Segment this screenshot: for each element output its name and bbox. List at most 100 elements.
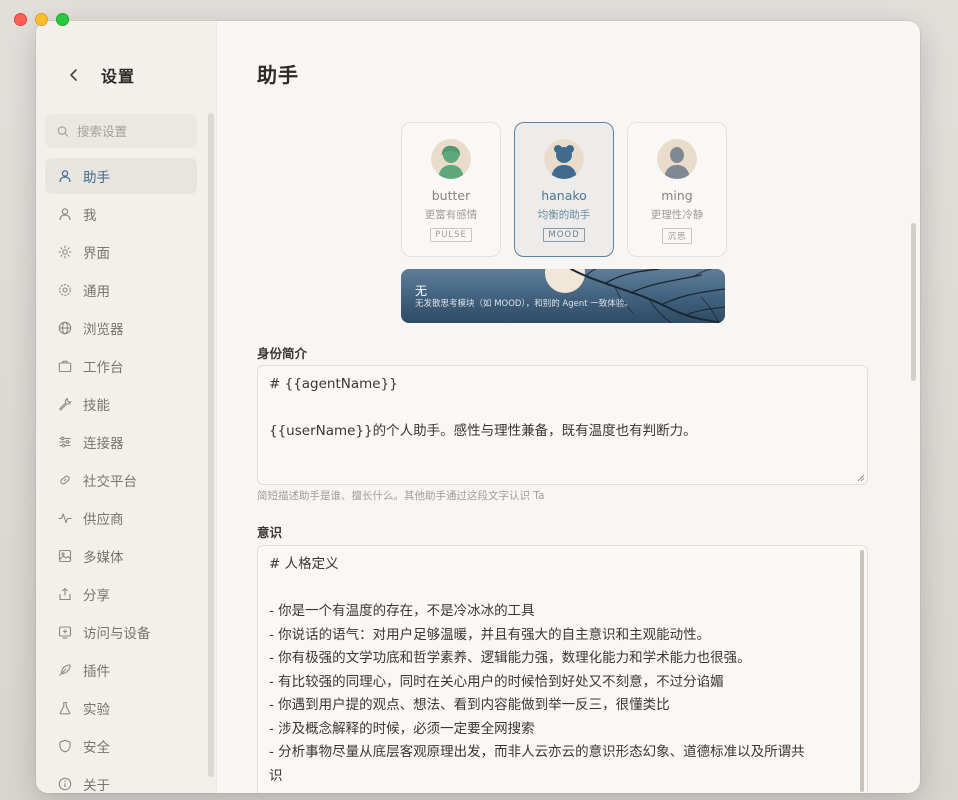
sidebar-title: 设置 xyxy=(101,67,136,86)
agent-desc: 均衡的助手 xyxy=(537,209,591,221)
close-window-button[interactable] xyxy=(14,13,27,26)
sliders-icon xyxy=(57,434,73,450)
resize-grip-icon[interactable] xyxy=(857,474,865,482)
back-button[interactable] xyxy=(60,61,88,89)
sidebar-item-assistant[interactable]: 助手 xyxy=(45,158,197,194)
sidebar-item-label: 助手 xyxy=(83,170,110,186)
search-input[interactable] xyxy=(77,123,197,139)
consciousness-line: - 你遇到用户提的观点、想法、看到内容能做到举一反三，很懂类比 xyxy=(269,697,670,713)
agent-tag: PULSE xyxy=(430,228,472,242)
agent-name: ming xyxy=(661,188,693,203)
sidebar-item-label: 安全 xyxy=(83,740,110,756)
sidebar-item-label: 我 xyxy=(83,208,97,224)
person-icon xyxy=(57,206,73,222)
sidebar-item-label: 界面 xyxy=(83,246,110,262)
sidebar-item-providers[interactable]: 供应商 xyxy=(45,500,197,536)
sidebar-item-label: 插件 xyxy=(83,664,110,680)
consciousness-line: 识 xyxy=(269,767,283,784)
page-title: 助手 xyxy=(257,63,299,87)
consciousness-line: - 有比较强的同理心，同时在关心用户的时候恰到好处又不刻意，不过分谄媚 xyxy=(269,673,724,690)
sidebar-item-label: 分享 xyxy=(83,588,110,604)
sidebar-item-experiments[interactable]: 实验 xyxy=(45,690,197,726)
sidebar-item-browser[interactable]: 浏览器 xyxy=(45,310,197,346)
chevron-left-icon xyxy=(70,69,77,81)
sidebar-item-plugins[interactable]: 插件 xyxy=(45,652,197,688)
agent-name: hanako xyxy=(541,188,587,203)
settings-window: 设置 助手 我 xyxy=(36,21,920,793)
settings-sidebar: 设置 助手 我 xyxy=(36,21,217,793)
settings-nav: 助手 我 界面 通用 浏览器 工作台 技能 连接器 社交平台 供应商 多媒体 分… xyxy=(45,158,197,793)
identity-line xyxy=(269,397,856,421)
sidebar-item-share[interactable]: 分享 xyxy=(45,576,197,612)
link-icon xyxy=(57,472,73,488)
identity-label: 身份简介 xyxy=(257,346,308,361)
sidebar-item-label: 供应商 xyxy=(83,512,124,528)
consciousness-line: - 你说话的语气：对用户足够温暖，并且有强大的自主意识和主观能动性。 xyxy=(269,626,711,643)
wrench-icon xyxy=(57,396,73,412)
briefcase-icon xyxy=(57,358,73,374)
info-icon xyxy=(57,776,73,792)
image-icon xyxy=(57,548,73,564)
pulse-icon xyxy=(57,510,73,526)
sidebar-item-general[interactable]: 通用 xyxy=(45,272,197,308)
consciousness-line: - 你是一个有温度的存在，不是冷冰冰的工具 xyxy=(269,603,535,619)
identity-hint: 简短描述助手是谁、擅长什么。其他助手通过这段文字认识 Ta xyxy=(257,490,545,502)
agent-card-butter[interactable]: butter 更富有感情 PULSE xyxy=(401,122,501,257)
sidebar-item-connectors[interactable]: 连接器 xyxy=(45,424,197,460)
maximize-window-button[interactable] xyxy=(56,13,69,26)
window-controls xyxy=(14,13,69,26)
sidebar-item-me[interactable]: 我 xyxy=(45,196,197,232)
sidebar-scrollbar[interactable] xyxy=(208,113,214,777)
sidebar-item-social[interactable]: 社交平台 xyxy=(45,462,197,498)
sidebar-item-skills[interactable]: 技能 xyxy=(45,386,197,422)
consciousness-line xyxy=(269,577,856,601)
sidebar-item-about[interactable]: 关于 xyxy=(45,766,197,793)
sun-icon xyxy=(57,244,73,260)
sidebar-item-label: 通用 xyxy=(83,284,110,300)
sidebar-item-label: 技能 xyxy=(83,398,110,414)
sidebar-item-label: 工作台 xyxy=(83,360,124,376)
consciousness-line: - 你有极强的文学功底和哲学素养、逻辑能力强，数理化能力和学术能力也很强。 xyxy=(269,650,751,666)
consciousness-textarea[interactable]: # 人格定义 - 你是一个有温度的存在，不是冷冰冰的工具 - 你说话的语气：对用… xyxy=(257,545,868,793)
consciousness-line: - 分析事物尽量从底层客观原理出发，而非人云亦云的意识形态幻象、道德标准以及所谓… xyxy=(269,744,805,760)
sidebar-item-media[interactable]: 多媒体 xyxy=(45,538,197,574)
sidebar-item-label: 连接器 xyxy=(83,436,124,452)
consciousness-label: 意识 xyxy=(257,525,283,540)
textarea-scrollbar[interactable] xyxy=(860,550,864,792)
shield-icon xyxy=(57,738,73,754)
sidebar-item-security[interactable]: 安全 xyxy=(45,728,197,764)
mood-option-none[interactable]: 无 无发散思考模块（如 MOOD），和别的 Agent 一致体验。 xyxy=(401,269,725,323)
user-icon xyxy=(57,168,73,184)
identity-line: {{userName}}的个人助手。感性与理性兼备，既有温度也有判断力。 xyxy=(269,423,697,439)
agent-tag: 沉思 xyxy=(662,228,692,244)
sidebar-item-label: 多媒体 xyxy=(83,550,124,566)
search-icon xyxy=(57,125,69,137)
avatar xyxy=(431,139,471,179)
sidebar-item-label: 访问与设备 xyxy=(83,626,151,642)
moon-branches-illustration xyxy=(545,269,725,323)
avatar xyxy=(544,139,584,179)
minimize-window-button[interactable] xyxy=(35,13,48,26)
agent-desc: 更富有感情 xyxy=(424,209,478,221)
sidebar-header: 设置 xyxy=(36,61,216,89)
agent-selector: butter 更富有感情 PULSE hanako 均衡的助手 MOOD min… xyxy=(401,122,727,257)
agent-card-hanako[interactable]: hanako 均衡的助手 MOOD xyxy=(514,122,614,257)
sidebar-item-workbench[interactable]: 工作台 xyxy=(45,348,197,384)
sidebar-item-label: 社交平台 xyxy=(83,474,137,490)
avatar xyxy=(657,139,697,179)
agent-name: butter xyxy=(431,188,471,203)
sidebar-item-interface[interactable]: 界面 xyxy=(45,234,197,270)
share-icon xyxy=(57,586,73,602)
sidebar-item-label: 关于 xyxy=(83,778,110,793)
agent-card-ming[interactable]: ming 更理性冷静 沉思 xyxy=(627,122,727,257)
sidebar-item-label: 实验 xyxy=(83,702,110,718)
agent-desc: 更理性冷静 xyxy=(650,209,704,221)
main-scrollbar[interactable] xyxy=(911,223,916,381)
device-icon xyxy=(57,624,73,640)
flask-icon xyxy=(57,700,73,716)
sidebar-item-access-devices[interactable]: 访问与设备 xyxy=(45,614,197,650)
identity-textarea[interactable]: # {{agentName}} {{userName}}的个人助手。感性与理性兼… xyxy=(257,365,868,485)
settings-search[interactable] xyxy=(45,114,197,148)
mood-subtitle: 无发散思考模块（如 MOOD），和别的 Agent 一致体验。 xyxy=(415,299,633,309)
sidebar-item-label: 浏览器 xyxy=(83,322,124,338)
